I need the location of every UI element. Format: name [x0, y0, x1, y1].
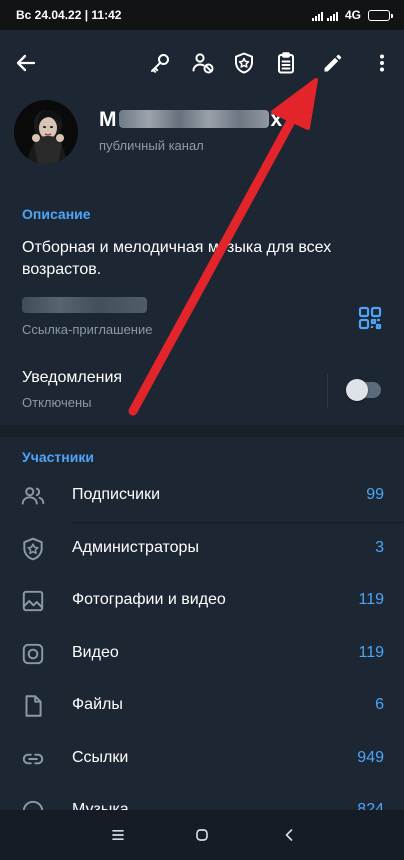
shield-star-icon: [23, 537, 43, 560]
members-title: Участники: [22, 449, 94, 465]
users-icon: [21, 487, 45, 505]
pencil-icon: [324, 54, 342, 72]
notifications-divider: [327, 374, 328, 408]
shield-star-icon: [235, 52, 253, 74]
list-item-count: 99: [366, 486, 384, 503]
list-item-count: 3: [375, 538, 384, 556]
battery-icon: [368, 9, 393, 21]
arrow-left-icon: [16, 54, 36, 72]
more-vertical-icon: [380, 54, 384, 72]
list-item-links[interactable]: Ссылки 949: [0, 733, 404, 786]
admins-button[interactable]: [228, 47, 260, 79]
avatar-photo: [14, 100, 78, 164]
more-button[interactable]: [366, 47, 398, 79]
key-icon: [151, 54, 169, 73]
section-separator: [0, 425, 404, 437]
recent-actions-button[interactable]: [270, 47, 302, 79]
status-indicators: 4G: [311, 8, 393, 22]
user-block-icon: [192, 53, 214, 74]
edit-button[interactable]: [317, 47, 349, 79]
channel-avatar[interactable]: [14, 100, 78, 164]
invite-link-label: Ссылка-приглашение: [22, 322, 153, 337]
network-type: 4G: [344, 8, 361, 22]
description-text: Отборная и мелодичная музыка для всех во…: [22, 239, 332, 278]
banned-users-button[interactable]: [187, 47, 219, 79]
members-list: Подписчики 99 Администраторы 3 Фотографи…: [0, 470, 404, 838]
list-item-label: Файлы: [72, 696, 123, 713]
status-datetime: Вс 24.04.22 | 11:42: [16, 8, 122, 22]
channel-name-start: М: [99, 108, 117, 131]
channel-toolbar: [0, 30, 404, 96]
channel-name-blurred: [118, 110, 269, 128]
recent-apps-button[interactable]: [106, 823, 130, 847]
list-item-label: Видео: [72, 643, 119, 661]
list-item-subscribers[interactable]: Подписчики 99: [0, 470, 404, 523]
channel-name: Мх: [99, 108, 282, 132]
home-button[interactable]: [190, 823, 214, 847]
notifications-toggle[interactable]: [346, 379, 381, 401]
toggle-knob: [346, 379, 368, 401]
status-bar: Вс 24.04.22 | 11:42 4G: [0, 0, 404, 30]
key-button[interactable]: [144, 47, 176, 79]
list-item-label: Подписчики: [72, 486, 161, 503]
list-item-label: Администраторы: [72, 538, 199, 556]
list-item-files[interactable]: Файлы 6: [0, 680, 404, 733]
list-item-count: 119: [358, 643, 384, 661]
qr-code-icon: [358, 306, 382, 330]
menu-icon: [112, 830, 124, 840]
back-icon: [285, 829, 293, 841]
list-item-count: 949: [357, 748, 384, 766]
description-title: Описание: [22, 206, 91, 222]
invite-link-blurred[interactable]: [22, 297, 147, 313]
video-icon: [22, 643, 44, 664]
system-nav-bar: [0, 810, 404, 860]
notifications-status: Отключены: [22, 395, 92, 410]
file-icon: [25, 695, 42, 717]
clipboard-icon: [278, 52, 294, 74]
list-item-photos-videos[interactable]: Фотографии и видео 119: [0, 575, 404, 628]
channel-name-end: х: [270, 108, 283, 131]
home-icon: [196, 829, 208, 841]
list-item-count: 6: [375, 696, 384, 713]
link-icon: [22, 753, 44, 764]
list-item-label: Фотографии и видео: [72, 591, 226, 608]
channel-type: публичный канал: [99, 138, 204, 153]
list-item-video[interactable]: Видео 119: [0, 628, 404, 681]
image-icon: [22, 590, 44, 612]
screen: Вс 24.04.22 | 11:42 4G М х публичный кан…: [0, 0, 404, 860]
back-button[interactable]: [10, 47, 42, 79]
notifications-title[interactable]: Уведомления: [22, 369, 122, 387]
list-item-count: 119: [358, 591, 384, 608]
list-item-admins[interactable]: Администраторы 3: [0, 523, 404, 576]
list-item-label: Ссылки: [72, 748, 129, 766]
signal-icon: [311, 10, 338, 21]
qr-code-button[interactable]: [355, 303, 385, 333]
nav-back-button[interactable]: [277, 823, 301, 847]
